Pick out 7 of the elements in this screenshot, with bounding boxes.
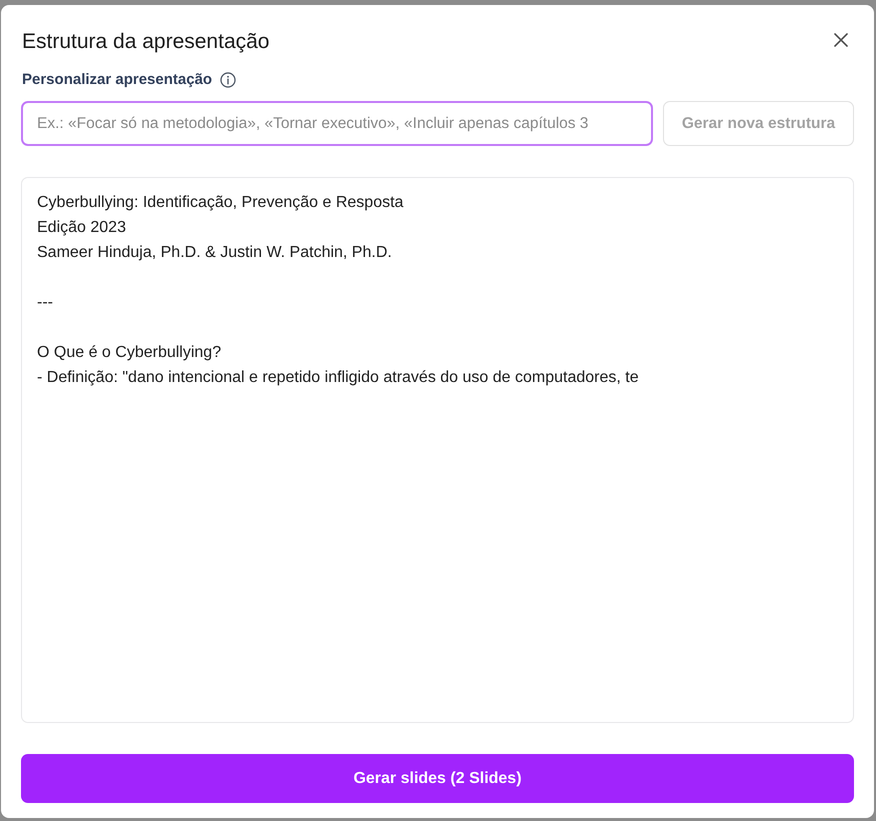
customize-input-field[interactable]: Ex.: «Focar só na metodologia», «Tornar executivo», «Incluir apenas capítulos 3	[21, 101, 653, 146]
info-icon[interactable]	[220, 72, 236, 88]
outline-text-field[interactable]: Cyberbullying: Identificação, Prevenção e Resposta Edição 2023 Sameer Hinduja, Ph.D. & Justin W. Patchin, Ph.D. --- O Que é o Cyberbullying? - Definição: "dano intencional e repetido infligido através do uso de computadores, te	[21, 177, 854, 723]
generate-slides-button[interactable]: Gerar slides (2 Slides)	[21, 754, 854, 803]
customize-label: Personalizar apresentação	[22, 70, 212, 90]
dialog-title: Estrutura da apresentação	[22, 29, 270, 55]
close-icon	[834, 33, 848, 47]
